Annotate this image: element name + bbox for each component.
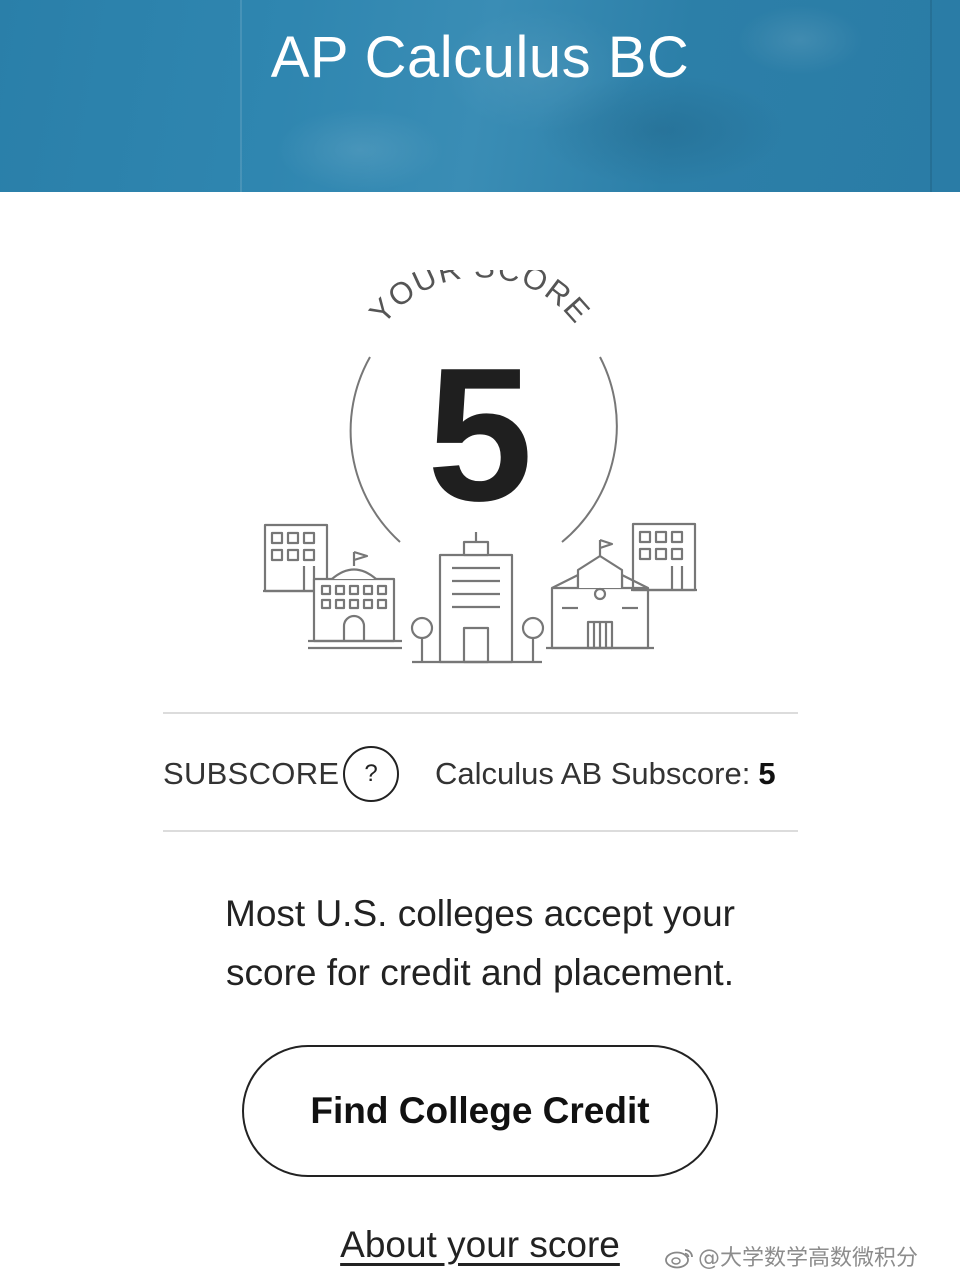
your-score-caption: YOUR SCORE [362, 270, 597, 330]
credit-message-line-1: Most U.S. colleges accept your [225, 893, 735, 934]
credit-message: Most U.S. colleges accept your score for… [160, 884, 800, 1002]
header-banner: AP Calculus BC [0, 0, 960, 192]
watermark-text: @大学数学高数微积分 [698, 1246, 919, 1271]
page-title: AP Calculus BC [270, 25, 690, 90]
weibo-logo-icon [665, 1249, 693, 1269]
score-value: 5 [427, 329, 533, 541]
subscore-help-button[interactable]: ? [343, 746, 399, 802]
credit-message-line-2: score for credit and placement. [226, 952, 734, 993]
divider [163, 712, 798, 714]
college-buildings-icon [263, 522, 697, 664]
divider [163, 830, 798, 832]
subscore-detail: Calculus AB Subscore: 5 [435, 756, 776, 792]
about-your-score-link[interactable]: About your score [330, 1224, 630, 1266]
subscore-value: 5 [758, 756, 776, 791]
subscore-name: Calculus AB Subscore: [435, 756, 751, 791]
watermark: @大学数学高数微积分 [664, 1240, 918, 1272]
subscore-label: SUBSCORE [163, 756, 340, 791]
find-college-credit-button[interactable]: Find College Credit [242, 1045, 718, 1177]
